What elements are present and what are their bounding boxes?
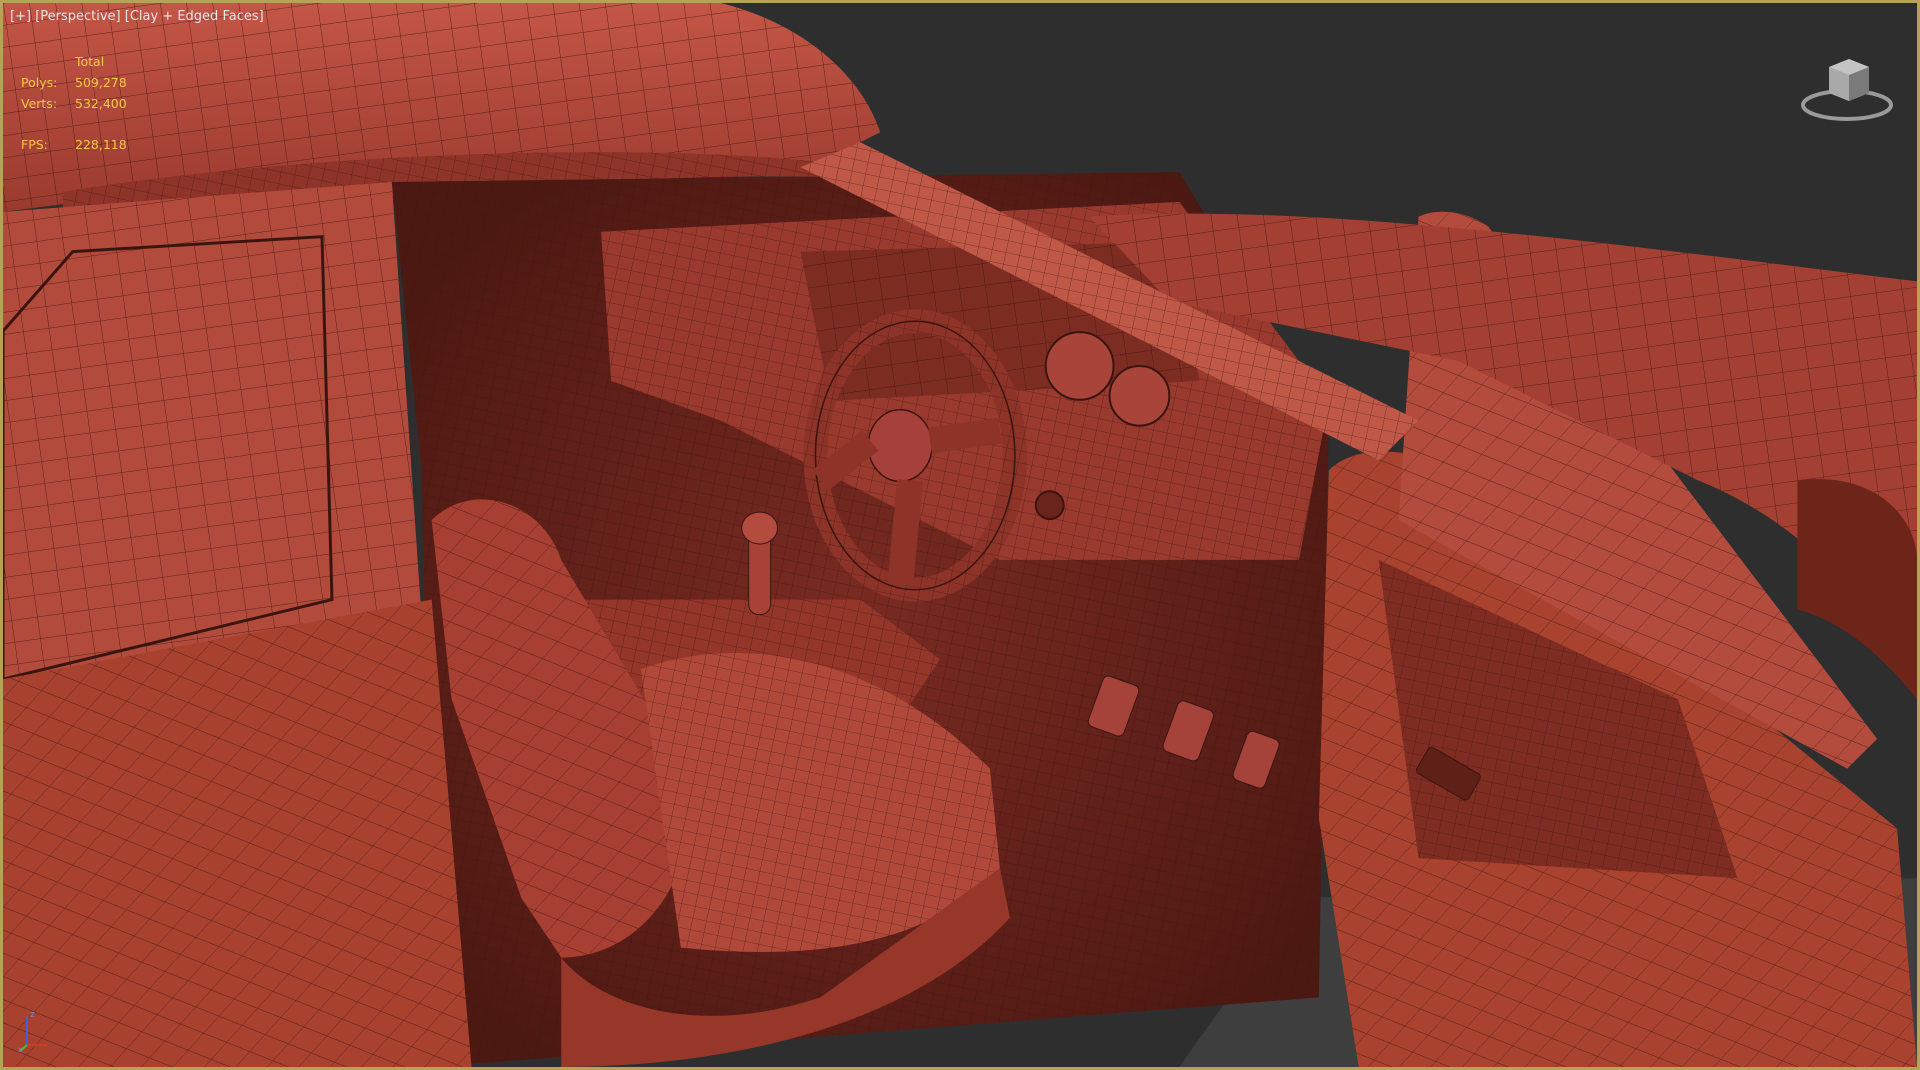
stats-polys-value: 509,278 <box>75 75 127 90</box>
axis-z-label: z <box>30 1010 35 1020</box>
stats-verts-label: Verts: <box>21 96 58 111</box>
perspective-viewport[interactable]: [+] [Perspective] [Clay + Edged Faces] T… <box>0 0 1920 1070</box>
viewport-view-menu[interactable]: [Perspective] <box>35 9 120 24</box>
axis-gizmo-icon: z x <box>18 1010 47 1053</box>
stats-verts-row: Verts: 532,400 <box>21 93 127 114</box>
stats-fps-row: FPS: 228,118 <box>21 134 127 155</box>
stats-polys-label: Polys: <box>21 75 58 90</box>
axis-x-label: x <box>18 1045 23 1053</box>
viewport-label-menu[interactable]: [+] [Perspective] [Clay + Edged Faces] <box>10 9 264 24</box>
stats-total-header: Total <box>75 54 105 69</box>
stats-polys-row: Polys: 509,278 <box>21 72 127 93</box>
viewport-plus-menu[interactable]: [+] <box>10 9 31 24</box>
viewcube-icon[interactable] <box>1795 49 1899 125</box>
car-interior-mesh <box>3 3 1917 1067</box>
stats-fps-value: 228,118 <box>75 137 127 152</box>
stats-verts-value: 532,400 <box>75 96 127 111</box>
viewport-shading-menu[interactable]: [Clay + Edged Faces] <box>125 9 264 24</box>
stats-fps-label: FPS: <box>21 137 48 152</box>
statistics-overlay: Total Polys: 509,278 Verts: 532,400 FPS:… <box>21 51 127 155</box>
